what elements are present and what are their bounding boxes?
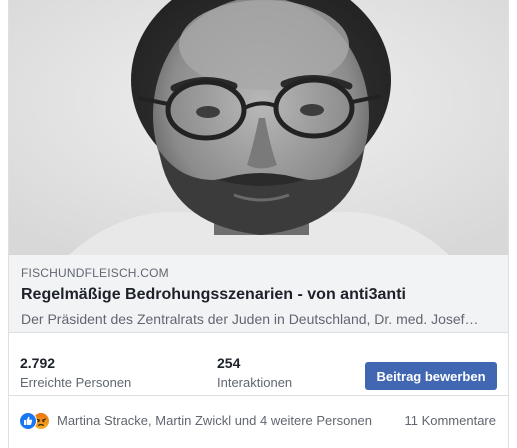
like-icon xyxy=(19,412,37,430)
reach-stat[interactable]: 2.792 Erreichte Personen xyxy=(20,354,131,392)
post-card: FISCHUNDFLEISCH.COM Regelmäßige Bedrohun… xyxy=(8,0,509,448)
link-headline[interactable]: Regelmäßige Bedrohungsszenarien - von an… xyxy=(21,284,496,306)
link-preview-image[interactable] xyxy=(9,0,508,255)
reaction-icons[interactable] xyxy=(19,412,55,430)
promote-post-button[interactable]: Beitrag bewerben xyxy=(365,362,497,390)
engagement-value: 254 xyxy=(217,355,241,371)
reactions-bar: Martina Stracke, Martin Zwickl und 4 wei… xyxy=(9,406,508,436)
engagement-stat[interactable]: 254 Interaktionen xyxy=(217,354,292,392)
link-preview[interactable]: FISCHUNDFLEISCH.COM Regelmäßige Bedrohun… xyxy=(9,255,508,333)
reaction-names[interactable]: Martina Stracke, Martin Zwickl und 4 wei… xyxy=(57,412,372,430)
post-stats: 2.792 Erreichte Personen 254 Interaktion… xyxy=(9,344,508,396)
comment-count[interactable]: 11 Kommentare xyxy=(404,412,496,430)
engagement-label: Interaktionen xyxy=(217,375,293,390)
link-domain: FISCHUNDFLEISCH.COM xyxy=(21,266,169,280)
reach-label: Erreichte Personen xyxy=(20,375,132,390)
reach-value: 2.792 xyxy=(20,355,56,371)
link-description: Der Präsident des Zentralrats der Juden … xyxy=(21,311,479,327)
